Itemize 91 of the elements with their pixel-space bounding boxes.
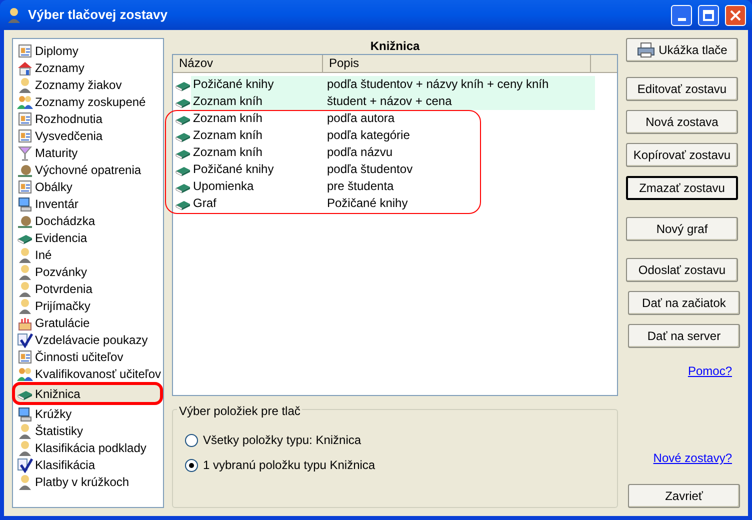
help-link[interactable]: Pomoc?	[688, 362, 732, 380]
printer-icon	[636, 42, 655, 58]
table-cell-text: Zoznam kníh	[192, 127, 264, 144]
table-cell-text: Graf	[192, 195, 218, 212]
document-icon	[17, 178, 33, 194]
house-icon	[17, 60, 33, 76]
action-button[interactable]: Ukážka tlače	[626, 38, 738, 62]
computer-icon	[17, 196, 33, 212]
radio-button[interactable]	[185, 434, 198, 446]
category-item[interactable]: Inventár	[15, 195, 161, 212]
category-item[interactable]: Krúžky	[15, 405, 161, 422]
radio-label[interactable]: 1 vybranú položku typu Knižnica	[203, 456, 376, 474]
table-cell: Požičané knihy	[191, 76, 325, 93]
action-button[interactable]: Zmazať zostavu	[626, 176, 738, 200]
category-item[interactable]: Vysvedčenia	[15, 127, 161, 144]
category-item[interactable]: Platby v krúžkoch	[15, 473, 161, 490]
action-button[interactable]: Zavrieť	[628, 484, 740, 508]
action-button[interactable]: Nová zostava	[626, 110, 738, 134]
table-cell-text: Požičané knihy	[326, 195, 409, 212]
close-button[interactable]	[725, 4, 746, 26]
window-title: Výber tlačovej zostavy	[28, 6, 168, 24]
category-item[interactable]: Gratulácie	[15, 314, 161, 331]
list-title: Knižnica	[369, 38, 421, 54]
category-item[interactable]: Činnosti učiteľov	[15, 348, 161, 365]
action-button[interactable]: Dať na začiatok	[628, 291, 740, 315]
category-item[interactable]: Zoznamy	[15, 59, 161, 76]
document-icon	[17, 128, 33, 144]
person-icon	[17, 280, 33, 296]
maximize-icon	[703, 10, 714, 20]
category-item[interactable]: Zoznamy žiakov	[15, 76, 161, 93]
table-cell: študent + názov + cena	[325, 93, 595, 110]
category-item[interactable]: Štatistiky	[15, 422, 161, 439]
checkmark-icon	[17, 456, 33, 472]
category-item[interactable]: Potvrdenia	[15, 280, 161, 297]
checkmark-icon	[17, 332, 33, 348]
table-cell: podľa študentov + názvy kníh + ceny kníh	[325, 76, 595, 93]
category-item[interactable]: Výchovné opatrenia	[15, 161, 161, 178]
document-icon	[17, 348, 33, 364]
person-icon	[17, 298, 33, 314]
action-button[interactable]: Editovať zostavu	[626, 77, 738, 101]
help-link[interactable]: Nové zostavy?	[653, 449, 732, 467]
category-item[interactable]: Evidencia	[15, 229, 161, 246]
table-cell-text: Upomienka	[192, 178, 255, 195]
column-header[interactable]: Názov	[173, 55, 323, 72]
table-cell-text: Požičané knihy	[192, 161, 275, 178]
table-cell-text: podľa názvu	[326, 144, 394, 161]
action-button[interactable]: Kopírovať zostavu	[626, 143, 738, 167]
document-icon	[17, 110, 33, 126]
table-cell-text: Zoznam kníh	[192, 144, 264, 161]
table-cell: Zoznam kníh	[191, 93, 325, 110]
people-icon	[17, 366, 33, 382]
person-icon	[17, 246, 33, 262]
category-item[interactable]: Zoznamy zoskupené	[15, 93, 161, 110]
people-icon	[17, 94, 33, 110]
category-item[interactable]: Dochádzka	[15, 212, 161, 229]
table-cell-text: podľa kategórie	[326, 127, 411, 144]
table-cell-text: pre študenta	[326, 178, 395, 195]
person-icon	[17, 422, 33, 438]
action-button[interactable]: Odoslať zostavu	[626, 258, 738, 282]
action-button[interactable]: Nový graf	[626, 217, 738, 241]
category-item[interactable]: Iné	[15, 246, 161, 263]
person-icon	[17, 264, 33, 280]
minimize-icon	[678, 18, 686, 20]
maximize-button[interactable]	[698, 4, 719, 26]
minimize-button[interactable]	[671, 4, 692, 26]
category-item[interactable]: Klasifikácia podklady	[15, 439, 161, 456]
person-icon	[17, 440, 33, 456]
person-icon	[17, 76, 33, 92]
category-item[interactable]: Prijímačky	[15, 297, 161, 314]
table-cell-text: Zoznam kníh	[192, 110, 264, 127]
person-icon	[6, 7, 22, 23]
category-item[interactable]: Kvalifikovanosť učiteľov	[15, 365, 161, 382]
column-header[interactable]: Popis	[323, 55, 591, 72]
category-item[interactable]: Vzdelávacie poukazy	[15, 331, 161, 348]
action-button[interactable]: Dať na server	[628, 324, 740, 348]
table-cell-text: podľa študentov	[326, 161, 414, 178]
radio-button[interactable]	[185, 458, 198, 472]
category-item[interactable]: Maturity	[15, 144, 161, 161]
category-item[interactable]: Diplomy	[15, 42, 161, 59]
category-item[interactable]: Klasifikácia	[15, 456, 161, 473]
category-item[interactable]: Rozhodnutia	[15, 110, 161, 127]
category-item[interactable]: Obálky	[15, 178, 161, 195]
computer-icon	[17, 406, 33, 422]
category-item[interactable]: Knižnica	[15, 385, 161, 402]
document-icon	[17, 42, 33, 58]
glass-icon	[17, 144, 33, 160]
category-item[interactable]: Pozvánky	[15, 263, 161, 280]
table-cell-text: podľa autora	[326, 110, 396, 127]
close-icon	[730, 10, 741, 20]
radio-label[interactable]: Všetky položky typu: Knižnica	[203, 431, 362, 449]
person-icon	[17, 474, 33, 490]
